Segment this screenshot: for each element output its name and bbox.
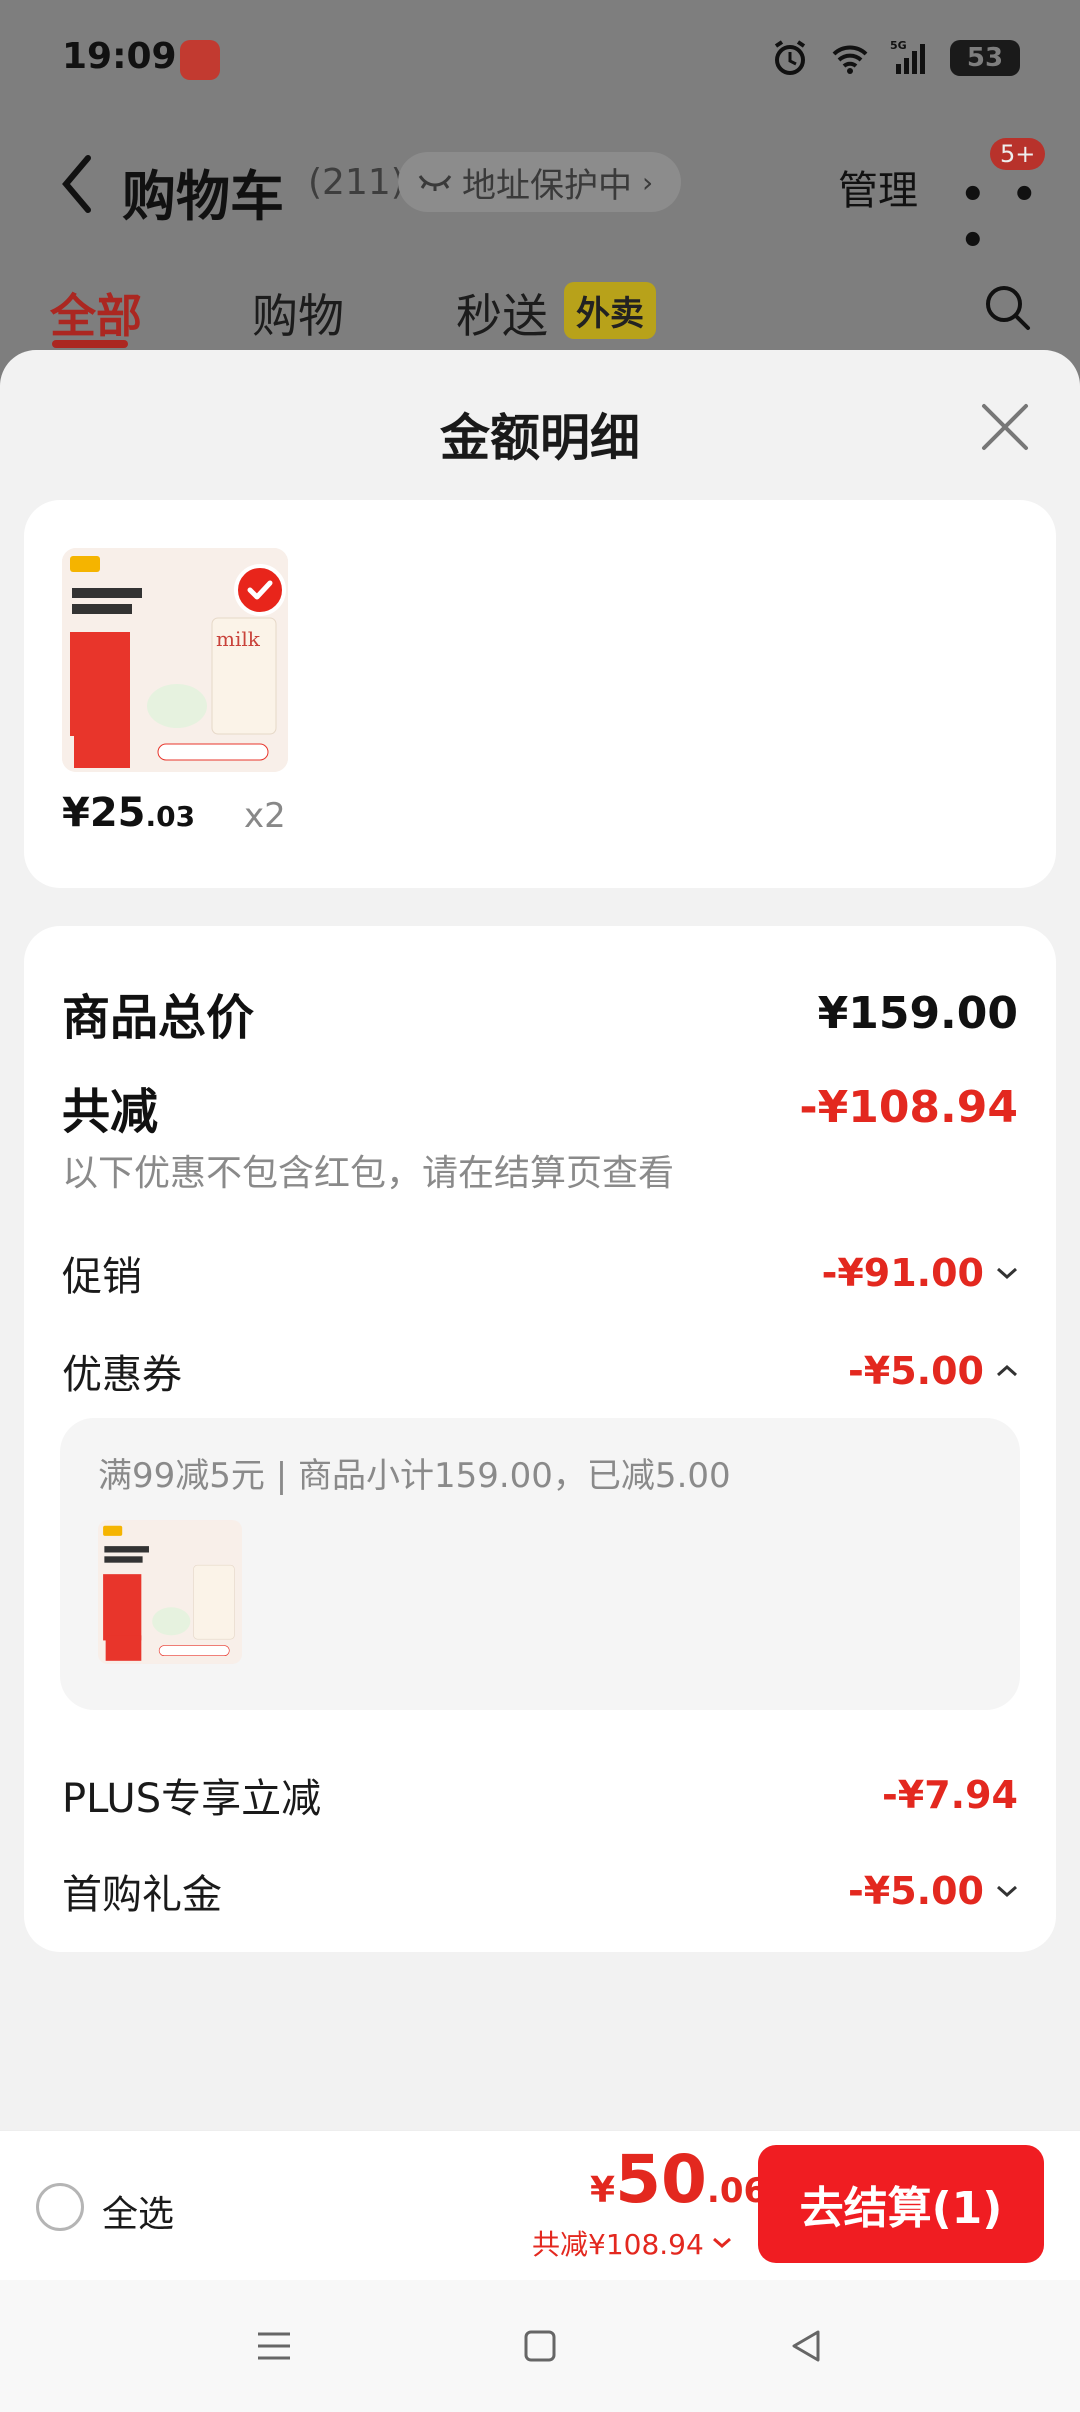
chevron-right-icon: ›: [642, 165, 654, 199]
coupon-detail-box: 满99减5元 | 商品小计159.00，已减5.00: [60, 1418, 1020, 1710]
plus-discount-value: -¥7.94: [882, 1773, 1018, 1817]
plus-discount-row: PLUS专享立减 -¥7.94: [62, 1766, 1018, 1824]
address-protection-pill[interactable]: 地址保护中 ›: [398, 152, 682, 212]
tab-all[interactable]: 全部: [50, 280, 142, 346]
tab-instant[interactable]: 秒送: [456, 280, 548, 346]
reduce-value: -¥108.94: [799, 1081, 1018, 1133]
milk-text: milk: [216, 627, 261, 651]
tab-shopping[interactable]: 购物: [252, 280, 344, 346]
total-label: 商品总价: [62, 990, 255, 1046]
cart-tabs: 全部 购物 秒送 外卖: [0, 270, 1080, 350]
menu-icon[interactable]: [252, 2324, 296, 2368]
close-icon[interactable]: [980, 402, 1030, 452]
address-pill-label: 地址保护中: [462, 165, 632, 206]
chevron-down-icon: [712, 2237, 731, 2248]
status-time: 19:09: [62, 36, 177, 77]
saved-amount[interactable]: 共减¥108.94: [532, 2223, 732, 2263]
product-price: ¥25.03: [62, 790, 196, 836]
total-value: ¥159.00: [817, 987, 1018, 1039]
message-badge: 5+: [990, 138, 1046, 170]
chevron-down-icon[interactable]: [996, 1266, 1018, 1280]
cellular-signal-icon: 5G: [890, 39, 925, 74]
status-icons: 5G 53: [770, 38, 1020, 78]
first-purchase-row[interactable]: 首购礼金 -¥5.00: [62, 1862, 1018, 1920]
amount-detail-sheet: 金额明细 milk ¥25.03 x2 商品总价 ¥159.00 共减 -¥10…: [0, 350, 1080, 2130]
chevron-down-icon[interactable]: [996, 1884, 1018, 1898]
product-card: milk ¥25.03 x2: [24, 500, 1056, 888]
alarm-icon: [774, 40, 806, 75]
total-payable: ¥50.06: [590, 2141, 768, 2218]
battery-icon: 53: [950, 40, 1020, 76]
manage-button[interactable]: 管理: [838, 158, 918, 216]
cart-count: (211): [308, 162, 405, 203]
coupon-detail-text: 满99减5元 | 商品小计159.00，已减5.00: [98, 1456, 731, 1496]
select-all-radio[interactable]: [36, 2183, 84, 2231]
price-detail-card: 商品总价 ¥159.00 共减 -¥108.94 以下优惠不包含红包，请在结算页…: [24, 926, 1056, 1952]
sheet-title: 金额明细: [440, 409, 640, 467]
promotion-label: 促销: [62, 1254, 142, 1300]
search-icon[interactable]: [982, 282, 1034, 334]
cart-header: 购物车 (211) 地址保护中 › 管理 • • • 5+: [0, 130, 1080, 264]
takeout-badge: 外卖: [564, 282, 656, 339]
status-bar: 19:09 5G 53: [0, 0, 1080, 120]
promotion-row[interactable]: 促销 -¥91.00: [62, 1244, 1018, 1302]
page-title: 购物车: [122, 165, 284, 228]
coupon-product-thumbnail: [98, 1520, 242, 1664]
back-arrow-icon[interactable]: [58, 152, 98, 216]
reduce-note: 以下优惠不包含红包，请在结算页查看: [62, 1153, 675, 1194]
home-icon[interactable]: [518, 2324, 562, 2368]
selected-check-icon[interactable]: [234, 564, 286, 616]
select-all-label[interactable]: 全选: [102, 2185, 174, 2237]
chevron-up-icon[interactable]: [996, 1364, 1018, 1378]
promotion-value: -¥91.00: [821, 1251, 984, 1295]
checkout-button[interactable]: 去结算(1): [758, 2145, 1044, 2263]
coupon-value: -¥5.00: [848, 1349, 984, 1393]
svg-text:5G: 5G: [890, 39, 907, 52]
tab-active-indicator: [52, 340, 128, 348]
system-nav-bar: [0, 2280, 1080, 2412]
product-thumbnail[interactable]: milk: [62, 548, 288, 772]
first-purchase-value: -¥5.00: [848, 1869, 984, 1913]
first-purchase-label: 首购礼金: [62, 1872, 222, 1918]
coupon-product-image: [98, 1520, 242, 1664]
coupon-label: 优惠券: [62, 1352, 182, 1398]
app-notification-icon: [180, 40, 220, 80]
eye-closed-icon: [418, 175, 452, 191]
reduce-row: 共减 -¥108.94: [62, 1072, 1018, 1142]
checkout-bar: 全选 ¥50.06 共减¥108.94 去结算(1): [0, 2130, 1080, 2280]
more-menu-icon[interactable]: • • •: [960, 172, 1080, 264]
product-quantity: x2: [244, 796, 286, 836]
back-icon[interactable]: [784, 2324, 828, 2368]
reduce-label: 共减: [62, 1084, 159, 1140]
total-row: 商品总价 ¥159.00: [62, 978, 1018, 1048]
coupon-row[interactable]: 优惠券 -¥5.00: [62, 1342, 1018, 1400]
wifi-icon: [832, 45, 868, 74]
plus-discount-label: PLUS专享立减: [62, 1776, 322, 1822]
